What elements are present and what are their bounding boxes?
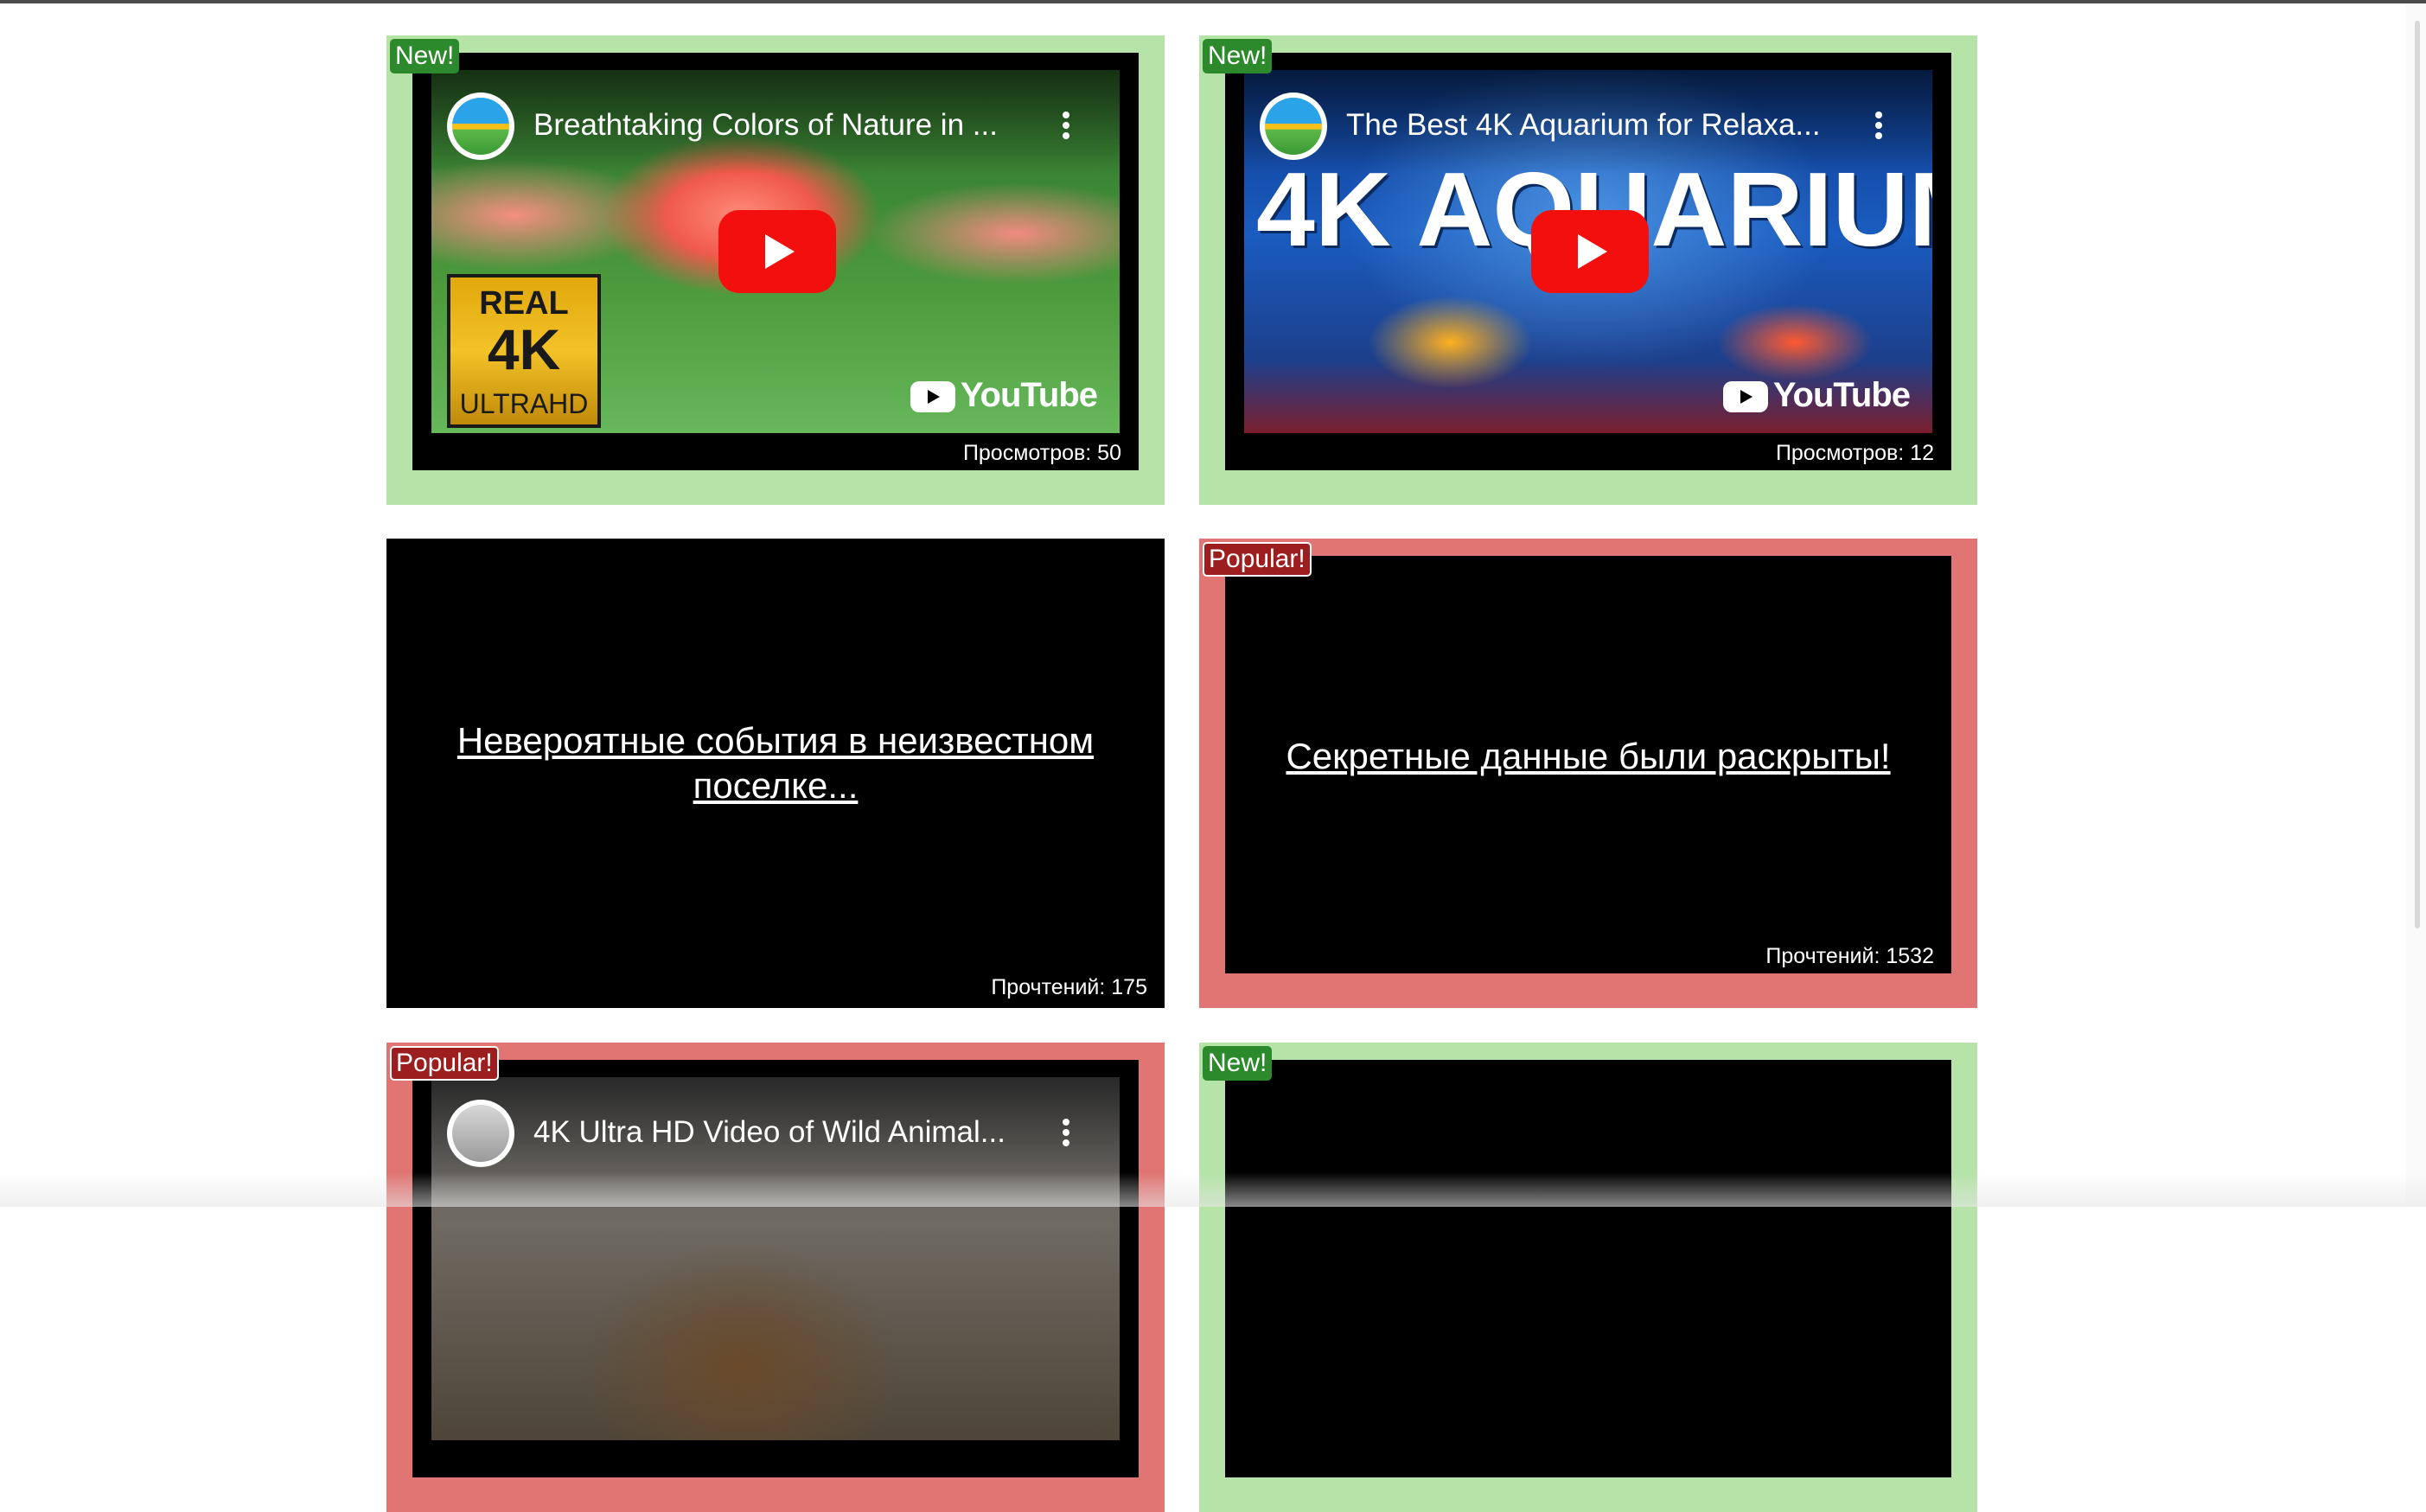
card-new-item: New!: [1199, 1043, 1977, 1512]
read-count: Прочтений: 175: [991, 975, 1147, 999]
channel-avatar-icon[interactable]: [447, 1100, 514, 1167]
card-content: 4K Ultra HD Video of Wild Animal...: [412, 1060, 1139, 1477]
video-title[interactable]: Breathtaking Colors of Nature in ...: [533, 106, 1018, 144]
view-count: Просмотров: 12: [1775, 441, 1934, 465]
real-4k-logo-top: REAL: [479, 285, 569, 322]
card-article-events: Невероятные события в неизвестном поселк…: [386, 539, 1165, 1008]
youtube-logo-icon[interactable]: YouTube: [1722, 376, 1911, 414]
vertical-scrollbar[interactable]: [2406, 3, 2426, 1207]
youtube-embed[interactable]: 4K Ultra HD Video of Wild Animal...: [431, 1077, 1120, 1440]
article-title-link[interactable]: Секретные данные были раскрыты!: [1260, 734, 1917, 779]
new-badge: New!: [1203, 1046, 1273, 1081]
new-badge: New!: [390, 39, 460, 73]
read-count: Прочтений: 1532: [1765, 944, 1934, 968]
video-title[interactable]: The Best 4K Aquarium for Relaxa...: [1346, 106, 1830, 144]
card-content: [1225, 1060, 1951, 1477]
youtube-embed[interactable]: REAL 4K ULTRAHD Breathtaking Colors of N…: [431, 70, 1120, 433]
new-badge: New!: [1203, 39, 1273, 73]
card-video-animals: Popular! 4K Ultra HD Video of Wild Anima…: [386, 1043, 1165, 1512]
window-top-border: [0, 0, 2426, 3]
article-title-link[interactable]: Невероятные события в неизвестном поселк…: [421, 718, 1130, 808]
youtube-logo-icon[interactable]: YouTube: [910, 376, 1098, 414]
play-icon[interactable]: [1531, 210, 1649, 293]
card-article-secret: Popular! Секретные данные были раскрыты!…: [1199, 539, 1977, 1008]
video-title[interactable]: 4K Ultra HD Video of Wild Animal...: [533, 1113, 1018, 1152]
channel-avatar-icon[interactable]: [1260, 93, 1327, 160]
real-4k-logo-middle: 4K: [487, 317, 561, 381]
popular-badge: Popular!: [390, 1046, 499, 1081]
card-content: Невероятные события в неизвестном поселк…: [386, 539, 1165, 1008]
card-video-nature: New! REAL 4K ULTRAHD Breathtaking Colors…: [386, 35, 1165, 505]
scrollbar-thumb[interactable]: [2415, 21, 2420, 928]
youtube-logo-text: YouTube: [960, 376, 1098, 414]
kebab-menu-icon[interactable]: [1870, 108, 1887, 146]
real-4k-logo-bottom: ULTRAHD: [459, 388, 589, 419]
view-count: Просмотров: 50: [962, 441, 1121, 465]
kebab-menu-icon[interactable]: [1057, 108, 1075, 146]
popular-badge: Popular!: [1203, 542, 1312, 577]
real-4k-logo: REAL 4K ULTRAHD: [447, 274, 601, 428]
youtube-logo-text: YouTube: [1772, 376, 1911, 414]
card-video-aquarium: New! 4K AQUARIUM The Best 4K Aquarium fo…: [1199, 35, 1977, 505]
card-content: 4K AQUARIUM The Best 4K Aquarium for Rel…: [1225, 53, 1951, 470]
card-content: Секретные данные были раскрыты! Прочтени…: [1225, 556, 1951, 973]
channel-avatar-icon[interactable]: [447, 93, 514, 160]
card-content: REAL 4K ULTRAHD Breathtaking Colors of N…: [412, 53, 1139, 470]
play-icon[interactable]: [718, 210, 836, 293]
youtube-embed[interactable]: 4K AQUARIUM The Best 4K Aquarium for Rel…: [1244, 70, 1932, 433]
kebab-menu-icon[interactable]: [1057, 1115, 1075, 1153]
